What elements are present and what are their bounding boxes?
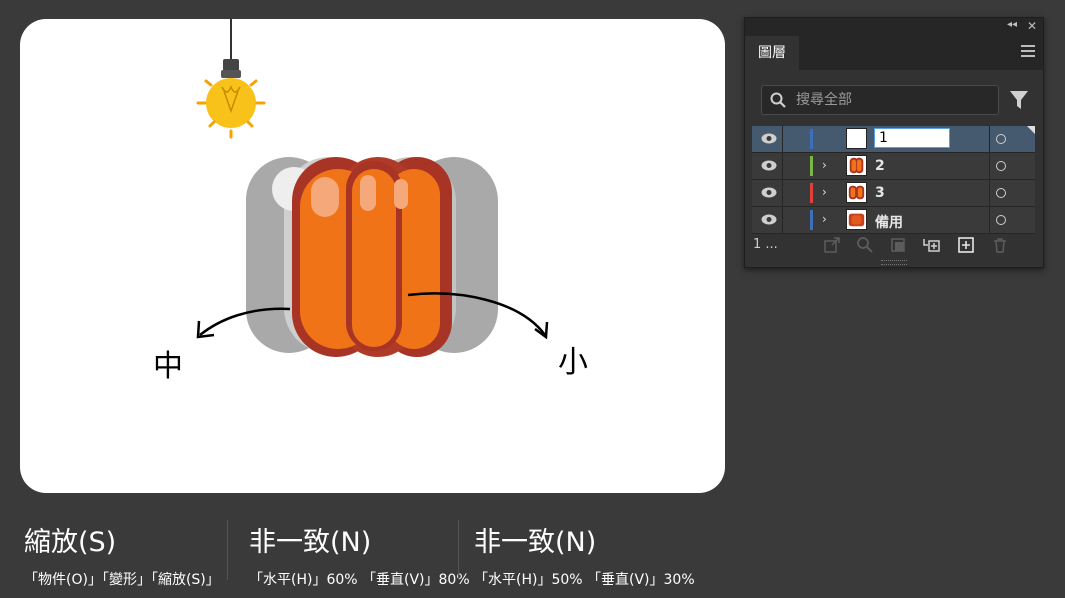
divider [989, 153, 990, 179]
selection-indicator [1027, 126, 1035, 134]
tab-layers[interactable]: 圖層 [745, 36, 799, 70]
caption-divider [458, 520, 459, 580]
locate-object-icon[interactable] [856, 236, 874, 254]
target-circle-icon[interactable] [996, 134, 1006, 144]
layer-color-swatch [810, 129, 813, 149]
trash-icon[interactable] [991, 236, 1009, 254]
divider [782, 153, 783, 179]
close-icon[interactable]: ✕ [1027, 19, 1037, 33]
pumpkin-illustration [196, 19, 549, 357]
divider [989, 207, 990, 233]
caption-scale: 縮放(S) 「物件(O)」「變形」「縮放(S)」 [24, 520, 220, 589]
caption-divider [227, 520, 228, 580]
divider [989, 180, 990, 206]
label-small: 小 [558, 345, 588, 380]
target-circle-icon[interactable] [996, 161, 1006, 171]
hamburger-menu-icon[interactable] [1021, 45, 1035, 59]
layer-thumbnail [846, 209, 867, 230]
caption-non-uniform-2: 非一致(N) 「水平(H)」50% 「垂直(V)」30% [474, 520, 695, 589]
chevron-right-icon[interactable]: › [822, 158, 827, 172]
layer-row-3[interactable]: › 3 [752, 180, 1035, 207]
layer-color-swatch [810, 183, 813, 203]
search-input[interactable] [796, 86, 992, 114]
caption-subtitle: 「水平(H)」60% 「垂直(V)」80% [249, 572, 470, 588]
layer-name[interactable]: 2 [875, 158, 885, 174]
caption-title: 非一致(N) [249, 527, 372, 558]
filter-icon[interactable] [1009, 90, 1029, 110]
layer-thumbnail [846, 128, 867, 149]
chevron-right-icon[interactable]: › [822, 185, 827, 199]
layer-row-2[interactable]: › 2 [752, 153, 1035, 180]
orange-pumpkin-shape [292, 157, 452, 357]
search-icon [770, 92, 786, 108]
layer-name[interactable]: 備用 [875, 212, 903, 232]
clipping-mask-icon[interactable] [889, 236, 907, 254]
panel-footer: 1 ... [745, 231, 1043, 259]
double-chevron-left-icon[interactable]: ◂◂ [1007, 19, 1017, 30]
target-circle-icon[interactable] [996, 188, 1006, 198]
layer-name[interactable]: 3 [875, 185, 885, 201]
resize-grip[interactable] [881, 260, 907, 265]
panel-title-bar[interactable]: ◂◂ ✕ [745, 18, 1043, 36]
lightbulb-icon [196, 19, 266, 139]
panel-tab-bar: 圖層 [745, 36, 1043, 70]
layer-row-1[interactable] [752, 126, 1035, 153]
layer-color-swatch [810, 156, 813, 176]
layer-thumbnail [846, 155, 867, 176]
new-sublayer-icon[interactable] [922, 236, 940, 254]
caption-non-uniform-1: 非一致(N) 「水平(H)」60% 「垂直(V)」80% [249, 520, 470, 589]
search-field[interactable] [761, 85, 999, 115]
layer-thumbnail [846, 182, 867, 203]
layers-panel: ◂◂ ✕ 圖層 › 2 [744, 17, 1044, 268]
layer-color-swatch [810, 210, 813, 230]
layer-count: 1 ... [753, 237, 778, 252]
layer-list: › 2 › 3 › 備用 [752, 126, 1035, 234]
new-layer-icon[interactable] [957, 236, 975, 254]
artboard-canvas[interactable]: 中 小 [20, 19, 725, 493]
caption-subtitle: 「物件(O)」「變形」「縮放(S)」 [24, 572, 220, 588]
export-icon[interactable] [823, 236, 841, 254]
chevron-right-icon[interactable]: › [822, 212, 827, 226]
eye-icon[interactable] [761, 187, 777, 198]
divider [989, 126, 990, 152]
eye-icon[interactable] [761, 214, 777, 225]
caption-title: 縮放(S) [24, 527, 117, 558]
eye-icon[interactable] [761, 160, 777, 171]
layer-name-input[interactable] [874, 128, 950, 148]
divider [782, 126, 783, 152]
layer-row-4[interactable]: › 備用 [752, 207, 1035, 234]
caption-title: 非一致(N) [474, 527, 597, 558]
eye-icon[interactable] [761, 133, 777, 144]
label-medium: 中 [153, 349, 183, 384]
divider [782, 180, 783, 206]
target-circle-icon[interactable] [996, 215, 1006, 225]
caption-subtitle: 「水平(H)」50% 「垂直(V)」30% [474, 572, 695, 588]
divider [782, 207, 783, 233]
